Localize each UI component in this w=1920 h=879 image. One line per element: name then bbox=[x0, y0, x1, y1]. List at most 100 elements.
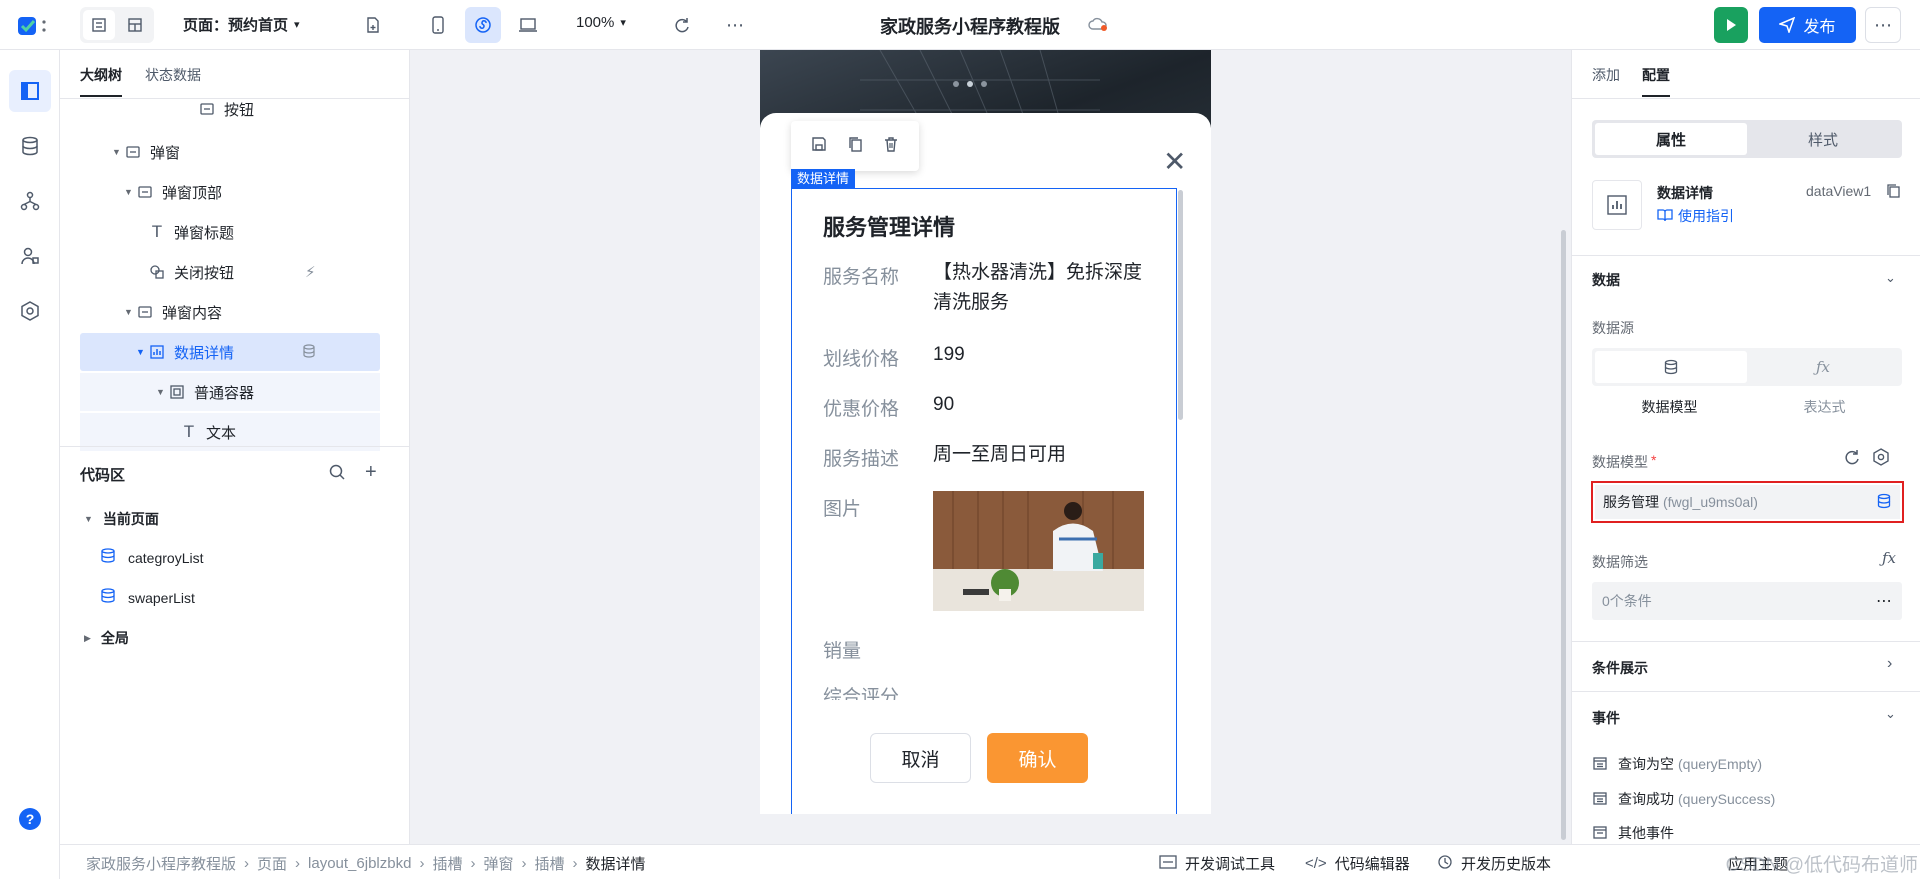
app-logo-icon[interactable] bbox=[16, 13, 50, 39]
scrollbar-thumb[interactable] bbox=[1178, 190, 1183, 420]
usage-guide-label: 使用指引 bbox=[1678, 208, 1734, 224]
calendar-icon bbox=[1592, 755, 1608, 774]
data-filter-value: 0个条件 bbox=[1602, 593, 1652, 609]
segment-attributes[interactable]: 属性 bbox=[1595, 123, 1747, 155]
page-selector[interactable]: 页面：预约首页 ▾ bbox=[183, 14, 300, 35]
tree-node-button[interactable]: 按钮 bbox=[80, 100, 380, 128]
tree-node-modal-header[interactable]: ▼ 弹窗顶部 bbox=[80, 173, 380, 211]
data-filter-input[interactable]: 0个条件 ⋯ bbox=[1592, 582, 1902, 620]
breadcrumb-item[interactable]: 插槽 bbox=[534, 853, 564, 874]
save-icon[interactable] bbox=[810, 135, 828, 158]
tab-state-data[interactable]: 状态数据 bbox=[145, 65, 201, 85]
app-title: 家政服务小程序教程版 bbox=[880, 17, 1060, 37]
panel-divider bbox=[1572, 98, 1920, 99]
breadcrumb-item[interactable]: layout_6jblzbkd bbox=[308, 855, 411, 872]
tree-node-close-button[interactable]: 关闭按钮 ⚡ bbox=[80, 253, 380, 291]
zoom-selector[interactable]: 100% ▾ bbox=[576, 14, 626, 31]
copy-icon[interactable] bbox=[846, 135, 864, 158]
publish-button[interactable]: 发布 bbox=[1759, 7, 1856, 43]
footer-tool[interactable]: 开发历史版本 bbox=[1437, 853, 1551, 874]
segment-style[interactable]: 样式 bbox=[1747, 123, 1899, 155]
confirm-button[interactable]: 确认 bbox=[987, 733, 1088, 783]
outline-nav-icon[interactable] bbox=[9, 70, 51, 112]
mobile-preview-button[interactable] bbox=[420, 7, 456, 43]
breadcrumb-item[interactable]: 插槽 bbox=[432, 853, 462, 874]
model-settings-icon[interactable] bbox=[1872, 448, 1890, 471]
breadcrumb-item[interactable]: 家政服务小程序教程版 bbox=[86, 853, 236, 874]
usage-guide-link[interactable]: 使用指引 bbox=[1657, 206, 1734, 226]
refresh-button[interactable] bbox=[664, 7, 700, 43]
chevron-down-icon[interactable]: ⌄ bbox=[1885, 270, 1896, 286]
breadcrumb-item[interactable]: 页面 bbox=[257, 853, 287, 874]
event-item[interactable]: 其他事件 bbox=[1592, 824, 1674, 842]
refresh-model-icon[interactable] bbox=[1843, 448, 1861, 471]
current-page-group[interactable]: ▼ 当前页面 bbox=[84, 509, 159, 529]
cancel-button[interactable]: 取消 bbox=[870, 733, 971, 783]
field-value: 90 bbox=[933, 394, 955, 415]
source-expression-label: 表达式 bbox=[1803, 399, 1846, 415]
breadcrumb-item[interactable]: 数据详情 bbox=[585, 853, 645, 874]
database-icon bbox=[1876, 493, 1892, 512]
event-item[interactable]: 查询为空 (queryEmpty) bbox=[1592, 754, 1762, 774]
tree-node-modal-content[interactable]: ▼ 弹窗内容 bbox=[80, 293, 380, 331]
tree-node-container[interactable]: ▼ 普通容器 bbox=[80, 373, 380, 411]
field-value: 周一至周日可用 bbox=[933, 444, 1067, 465]
condition-display-title[interactable]: 条件展示 bbox=[1592, 658, 1648, 678]
tree-node-data-detail-selected[interactable]: ▼ 数据详情 bbox=[80, 333, 380, 371]
global-group[interactable]: ▶ 全局 bbox=[84, 628, 129, 648]
footer-tool[interactable]: 开发调试工具 bbox=[1159, 853, 1275, 874]
users-nav-icon[interactable] bbox=[9, 235, 51, 277]
copy-id-icon[interactable] bbox=[1885, 183, 1901, 204]
canvas-scrollbar[interactable] bbox=[1561, 230, 1566, 840]
breadcrumb-separator-icon: › bbox=[244, 855, 250, 872]
miniprogram-preview-button[interactable] bbox=[465, 7, 501, 43]
caret-down-icon[interactable]: ▼ bbox=[112, 147, 124, 157]
tab-config[interactable]: 配置 bbox=[1642, 65, 1670, 97]
layout-view-button[interactable] bbox=[119, 10, 151, 40]
tab-add[interactable]: 添加 bbox=[1592, 65, 1620, 85]
code-item-swaperlist[interactable]: swaperList bbox=[100, 587, 195, 608]
chevron-right-icon[interactable]: › bbox=[1887, 655, 1892, 673]
more-options-button[interactable]: ⋯ bbox=[717, 7, 753, 43]
close-icon[interactable]: ✕ bbox=[1163, 148, 1186, 176]
footer-tool[interactable]: </> 代码编辑器 bbox=[1305, 853, 1410, 874]
run-button[interactable] bbox=[1714, 7, 1748, 43]
fx-icon[interactable]: ƒx bbox=[1882, 549, 1896, 567]
breadcrumb-separator-icon: › bbox=[572, 855, 578, 872]
tree-node-label: 按钮 bbox=[224, 101, 255, 119]
code-area-title: 代码区 bbox=[80, 467, 126, 484]
caret-down-icon[interactable]: ▼ bbox=[156, 387, 168, 397]
add-page-button[interactable] bbox=[355, 7, 391, 43]
tree-node-modal-title[interactable]: T 弹窗标题 bbox=[80, 213, 380, 251]
caret-down-icon[interactable]: ▼ bbox=[124, 307, 136, 317]
data-model-label: 数据模型 * bbox=[1592, 452, 1656, 472]
caret-down-icon[interactable]: ▼ bbox=[136, 347, 148, 357]
database-nav-icon[interactable] bbox=[9, 125, 51, 167]
more-icon[interactable]: ⋯ bbox=[1876, 591, 1892, 611]
selected-component-badge: 数据详情 bbox=[791, 169, 856, 188]
source-model-option[interactable] bbox=[1595, 351, 1747, 383]
desktop-preview-button[interactable] bbox=[510, 7, 546, 43]
tree-node-label: 弹窗顶部 bbox=[162, 184, 223, 202]
data-model-value: 服务管理 bbox=[1603, 494, 1659, 510]
help-icon[interactable]: ? bbox=[19, 808, 41, 830]
caret-down-icon[interactable]: ▼ bbox=[124, 187, 136, 197]
more-menu-button[interactable]: ⋯ bbox=[1865, 7, 1901, 43]
breadcrumb-item[interactable]: 弹窗 bbox=[483, 853, 513, 874]
outline-view-button[interactable] bbox=[83, 10, 115, 40]
chevron-down-icon[interactable]: ⌄ bbox=[1885, 706, 1896, 722]
data-model-label-text: 数据模型 bbox=[1592, 454, 1648, 470]
tree-node-label: 弹窗内容 bbox=[162, 304, 223, 322]
event-item[interactable]: 查询成功 (querySuccess) bbox=[1592, 789, 1775, 809]
search-icon[interactable] bbox=[328, 463, 346, 486]
code-item-categroylist[interactable]: categroyList bbox=[100, 547, 203, 568]
delete-icon[interactable] bbox=[882, 135, 900, 158]
tree-node-modal[interactable]: ▼ 弹窗 bbox=[80, 133, 380, 171]
source-expression-option[interactable]: ƒx bbox=[1747, 351, 1899, 383]
breadcrumb-separator-icon: › bbox=[295, 855, 301, 872]
data-model-select[interactable]: 服务管理 (fwgl_u9ms0al) bbox=[1595, 485, 1900, 519]
workflow-nav-icon[interactable] bbox=[9, 180, 51, 222]
settings-nav-icon[interactable] bbox=[9, 290, 51, 332]
add-code-icon[interactable]: + bbox=[365, 461, 377, 484]
tab-outline[interactable]: 大纲树 bbox=[80, 65, 122, 97]
